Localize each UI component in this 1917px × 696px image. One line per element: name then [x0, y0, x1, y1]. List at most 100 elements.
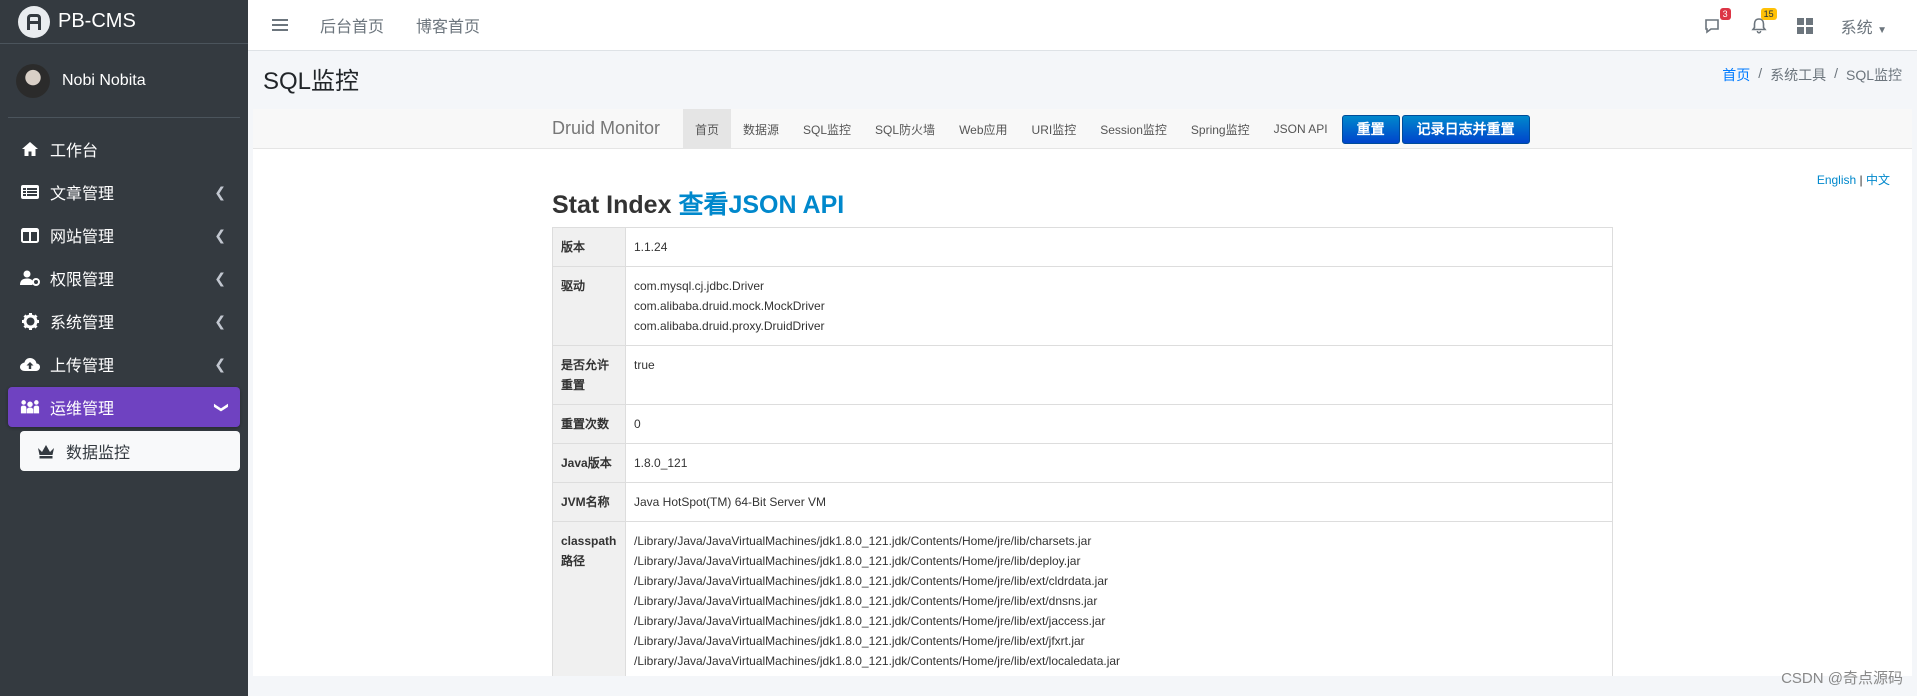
row-value-line: 0 — [634, 417, 641, 431]
tab-datasource[interactable]: 数据源 — [731, 109, 791, 149]
row-value-line: /Library/Java/JavaVirtualMachines/jdk1.8… — [634, 671, 1604, 676]
sidebar-item-upload[interactable]: 上传管理 ❮ — [8, 344, 240, 384]
row-key: 版本 — [552, 227, 626, 267]
notifications-badge: 15 — [1760, 7, 1777, 20]
menu-toggle-icon[interactable] — [272, 19, 288, 31]
people-icon — [20, 397, 40, 417]
druid-tabs: 首页 数据源 SQL监控 SQL防火墙 Web应用 URI监控 Session监… — [683, 109, 1530, 149]
tab-json-api[interactable]: JSON API — [1262, 109, 1340, 149]
tab-spring[interactable]: Spring监控 — [1179, 109, 1262, 149]
chevron-left-icon: ❮ — [214, 269, 226, 286]
page-title: SQL监控 — [263, 68, 360, 95]
chevron-left-icon: ❮ — [214, 226, 226, 243]
table-row: JVM名称 Java HotSpot(TM) 64-Bit Server VM — [552, 482, 1613, 522]
tab-webapp[interactable]: Web应用 — [947, 109, 1019, 149]
chevron-down-icon: ❮ — [211, 401, 228, 413]
sidebar-item-label: 文章管理 — [50, 186, 115, 203]
list-icon — [20, 182, 40, 202]
breadcrumb-system-tools: 系统工具 — [1770, 67, 1827, 83]
breadcrumb-current: SQL监控 — [1845, 67, 1902, 83]
sidebar-item-label: 网站管理 — [50, 229, 115, 246]
breadcrumb-home[interactable]: 首页 — [1722, 65, 1750, 85]
table-row: Java版本 1.8.0_121 — [552, 443, 1613, 483]
breadcrumb: 首页 / 系统工具 / SQL监控 — [1722, 65, 1902, 85]
gear-icon — [20, 311, 40, 331]
sidebar-nav: 工作台 文章管理 ❮ 网站管理 ❮ 权限管理 ❮ 系统管理 ❮ 上传管理 ❮ 运… — [0, 118, 248, 471]
system-dropdown-label: 系统 — [1840, 19, 1873, 37]
row-value-line: /Library/Java/JavaVirtualMachines/jdk1.8… — [634, 654, 1121, 668]
row-value-line: Java HotSpot(TM) 64-Bit Server VM — [634, 495, 827, 509]
lang-separator: | — [1859, 173, 1863, 187]
tab-session[interactable]: Session监控 — [1088, 109, 1179, 149]
table-row: classpath路径/Library/Java/JavaVirtualMach… — [552, 521, 1613, 676]
brand-link[interactable]: PB-CMS — [0, 0, 248, 44]
stat-table: 版本 1.1.24 驱动 com.mysql.cj.jdbc.Driver com.al… — [552, 227, 1613, 676]
lang-english-link[interactable]: English — [1817, 173, 1856, 187]
sidebar-item-workbench[interactable]: 工作台 — [8, 129, 240, 169]
sidebar-item-label: 工作台 — [50, 143, 99, 160]
tab-wall[interactable]: SQL防火墙 — [863, 109, 947, 149]
messages-button[interactable]: 3 — [1703, 7, 1731, 36]
caret-down-icon: ▼ — [1877, 24, 1887, 36]
sidebar-item-label: 权限管理 — [50, 272, 115, 289]
row-value-line: 1.1.24 — [634, 240, 668, 254]
row-value-line: com.alibaba.druid.mock.MockDriver — [634, 299, 825, 313]
messages-badge: 3 — [1719, 7, 1731, 20]
row-value-line: /Library/Java/JavaVirtualMachines/jdk1.8… — [634, 594, 1098, 608]
apps-button[interactable] — [1795, 16, 1815, 36]
notifications-button[interactable]: 15 — [1749, 7, 1777, 36]
reset-button[interactable]: 重置 — [1341, 114, 1400, 144]
sidebar: PB-CMS Nobi Nobita 工作台 文章管理 ❮ 网站管理 ❮ 权限管… — [0, 0, 248, 696]
chevron-left-icon: ❮ — [214, 355, 226, 372]
sidebar-item-articles[interactable]: 文章管理 ❮ — [8, 172, 240, 212]
lang-chinese-link[interactable]: 中文 — [1866, 173, 1890, 187]
tab-sql[interactable]: SQL监控 — [791, 109, 863, 149]
row-value-line: com.alibaba.druid.proxy.DruidDriver — [634, 319, 825, 333]
tab-uri[interactable]: URI监控 — [1020, 109, 1089, 149]
row-key: 是否允许重置 — [552, 345, 626, 405]
crown-icon — [36, 441, 56, 461]
chevron-left-icon: ❮ — [214, 312, 226, 329]
bell-icon — [1751, 18, 1767, 34]
brand-logo-icon — [18, 5, 50, 38]
stat-index-heading: Stat Index — [552, 191, 672, 219]
stat-index-title: Stat Index 查看JSON API — [552, 185, 844, 221]
druid-brand[interactable]: Druid Monitor — [552, 118, 660, 139]
row-value: 1.8.0_121 — [625, 443, 1613, 483]
grid-icon — [1796, 17, 1813, 34]
row-key: 重置次数 — [552, 404, 626, 444]
log-and-reset-button[interactable]: 记录日志并重置 — [1401, 114, 1530, 144]
system-dropdown[interactable]: 系统 ▼ — [1841, 14, 1887, 38]
sidebar-item-website[interactable]: 网站管理 ❮ — [8, 215, 240, 255]
nav-link-blog-home[interactable]: 博客首页 — [416, 13, 480, 37]
row-value-line: com.mysql.cj.jdbc.Driver — [634, 279, 765, 293]
user-panel[interactable]: Nobi Nobita — [8, 44, 240, 118]
sidebar-item-ops[interactable]: 运维管理 ❮ — [8, 387, 240, 427]
sidebar-item-label: 上传管理 — [50, 358, 115, 375]
sidebar-subitem-label: 数据监控 — [66, 445, 131, 462]
sidebar-item-permissions[interactable]: 权限管理 ❮ — [8, 258, 240, 298]
view-json-api-link[interactable]: 查看JSON API — [678, 191, 844, 219]
row-value-line: /Library/Java/JavaVirtualMachines/jdk1.8… — [634, 534, 1092, 548]
cloud-upload-icon — [20, 354, 40, 374]
row-key: 驱动 — [552, 266, 626, 346]
druid-navbar: Druid Monitor 首页 数据源 SQL监控 SQL防火墙 Web应用 … — [253, 109, 1912, 149]
comments-icon — [1704, 18, 1719, 34]
row-value-line: /Library/Java/JavaVirtualMachines/jdk1.8… — [634, 554, 1081, 568]
row-value-line: /Library/Java/JavaVirtualMachines/jdk1.8… — [634, 634, 1085, 648]
tab-home[interactable]: 首页 — [683, 109, 732, 149]
sidebar-item-system[interactable]: 系统管理 ❮ — [8, 301, 240, 341]
breadcrumb-separator: / — [1758, 65, 1763, 81]
columns-icon — [20, 225, 40, 245]
row-value: 0 — [625, 404, 1613, 444]
row-value: true — [625, 345, 1613, 405]
nav-link-admin-home[interactable]: 后台首页 — [320, 13, 384, 37]
breadcrumb-separator: / — [1834, 65, 1838, 81]
row-value: 1.1.24 — [625, 227, 1613, 267]
top-navbar: 后台首页 博客首页 3 15 系统 ▼ — [248, 0, 1917, 51]
sidebar-subitem-data-monitor[interactable]: 数据监控 — [20, 431, 240, 471]
row-value: com.mysql.cj.jdbc.Driver com.alibaba.drui… — [625, 266, 1613, 346]
sidebar-item-label: 运维管理 — [50, 401, 115, 418]
table-row: 版本 1.1.24 — [552, 227, 1613, 267]
navbar-right: 3 15 系统 ▼ — [1703, 0, 1887, 51]
